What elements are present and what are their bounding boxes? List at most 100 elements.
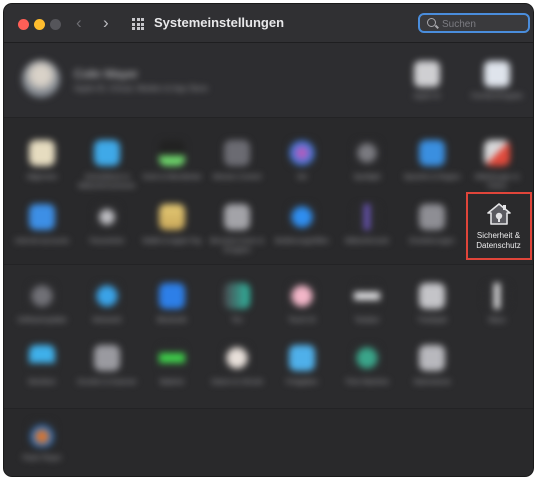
- clock-icon: [224, 345, 250, 371]
- desktop-icon: [94, 140, 120, 166]
- pref-bluetooth[interactable]: Bluetooth: [140, 283, 204, 325]
- pref-general[interactable]: Allgemein: [10, 140, 74, 182]
- pref-label: Spotlight: [353, 174, 381, 181]
- system-preferences-window: ‹ › Systemeinstellungen Colin Mayer Appl…: [4, 4, 533, 476]
- trackpad-icon: [419, 283, 445, 309]
- pref-label: Freigaben: [286, 379, 318, 386]
- house-security-icon: [487, 203, 511, 225]
- title-bar: ‹ › Systemeinstellungen: [4, 4, 533, 43]
- dock-icon: [159, 140, 185, 166]
- preferences-section-3: Flash Player: [4, 409, 533, 476]
- preferences-section-2: Softwareupdate Netzwerk Bluetooth Ton To…: [4, 265, 533, 409]
- network-icon: [94, 283, 120, 309]
- pref-label: Trackpad: [417, 317, 447, 324]
- pref-time-machine[interactable]: Time Machine: [335, 345, 399, 387]
- pref-users-groups[interactable]: Benutzer:innen & Gruppen: [205, 204, 269, 255]
- pref-label: Maus: [488, 317, 506, 324]
- screen-time-icon: [354, 204, 380, 230]
- wallet-icon: [159, 204, 185, 230]
- accessibility-icon: [289, 204, 315, 230]
- general-icon: [29, 140, 55, 166]
- window-title: Systemeinstellungen: [154, 15, 285, 30]
- pref-accessibility[interactable]: Bedienungshilfen: [270, 204, 334, 246]
- sharing-folder-icon: [289, 345, 315, 371]
- pref-trackpad[interactable]: Trackpad: [400, 283, 464, 325]
- pref-label: Benutzer:innen & Gruppen: [210, 238, 264, 254]
- pref-sharing[interactable]: Freigaben: [270, 345, 334, 387]
- pref-security-privacy[interactable]: Sicherheit & Datenschutz: [466, 192, 532, 260]
- account-name: Colin Mayer: [74, 67, 139, 81]
- minimize-window-button[interactable]: [34, 19, 45, 30]
- pref-spotlight[interactable]: Spotlight: [335, 140, 399, 182]
- pref-label: Internet-accounts: [14, 238, 70, 245]
- pref-internet-accounts[interactable]: Internet-accounts: [10, 204, 74, 246]
- pref-mission-control[interactable]: Mission Control: [205, 140, 269, 182]
- pref-passwords[interactable]: Passwörter: [75, 204, 139, 246]
- pref-screen-time[interactable]: Bildschirmzeit: [335, 204, 399, 246]
- pref-label: Drucker & Scanner: [77, 379, 137, 386]
- apple-id-item[interactable]: Apple-ID: [391, 61, 463, 100]
- back-chevron-icon[interactable]: ‹: [76, 14, 82, 32]
- pref-touch-id[interactable]: Touch ID: [270, 283, 334, 325]
- mouse-icon: [484, 283, 510, 309]
- pref-extensions[interactable]: Erweiterungen: [400, 204, 464, 246]
- pref-mouse[interactable]: Maus: [465, 283, 529, 325]
- pref-displays[interactable]: Monitore: [10, 345, 74, 387]
- language-icon: [419, 140, 445, 166]
- pref-desktop-screensaver[interactable]: Schreibtisch & Bildschirmschoner: [75, 140, 139, 191]
- pref-network[interactable]: Netzwerk: [75, 283, 139, 325]
- pref-label: Sprache & Region: [403, 174, 461, 181]
- pref-label: Dock & Menüleiste: [142, 174, 202, 181]
- battery-icon: [159, 345, 185, 371]
- pref-label: Siri: [296, 174, 308, 181]
- startup-disk-icon: [419, 345, 445, 371]
- fingerprint-icon: [289, 283, 315, 309]
- pref-label: Touch ID: [288, 317, 316, 324]
- pref-siri[interactable]: Siri: [270, 140, 334, 182]
- time-machine-icon: [354, 345, 380, 371]
- search-input[interactable]: [440, 16, 528, 32]
- spotlight-icon: [354, 140, 380, 166]
- show-all-grid-icon[interactable]: [132, 18, 144, 30]
- notifications-icon: [484, 140, 510, 166]
- pref-label: Netzwerk: [92, 317, 122, 324]
- key-icon: [94, 204, 120, 230]
- mission-control-icon: [224, 140, 250, 166]
- pref-printers-scanners[interactable]: Drucker & Scanner: [75, 345, 139, 387]
- apple-id-label: Apple-ID: [413, 93, 441, 100]
- siri-icon: [289, 140, 315, 166]
- search-box[interactable]: [418, 13, 530, 33]
- pref-language-region[interactable]: Sprache & Region: [400, 140, 464, 182]
- pref-label: Bluetooth: [157, 317, 187, 324]
- avatar[interactable]: [22, 60, 60, 98]
- account-section: Colin Mayer Apple-ID, iCloud, Medien & A…: [4, 43, 533, 118]
- pref-wallet[interactable]: Wallet & Apple Pay: [140, 204, 204, 246]
- zoom-window-button[interactable]: [50, 19, 61, 30]
- sound-icon: [224, 283, 250, 309]
- pref-label: Erweiterungen: [409, 238, 455, 245]
- pref-sound[interactable]: Ton: [205, 283, 269, 325]
- pref-software-update[interactable]: Softwareupdate: [10, 283, 74, 325]
- pref-notifications[interactable]: Mitteilungen & Fokus: [465, 140, 529, 191]
- pref-label: Bildschirmzeit: [345, 238, 389, 245]
- pref-keyboard[interactable]: Tastatur: [335, 283, 399, 325]
- pref-flash-player[interactable]: Flash Player: [10, 421, 74, 463]
- forward-chevron-icon[interactable]: ›: [103, 14, 109, 32]
- keyboard-icon: [354, 283, 380, 309]
- pref-label: Monitore: [28, 379, 56, 386]
- pref-startup-disk[interactable]: Startvolume: [400, 345, 464, 387]
- pref-battery[interactable]: Batterie: [140, 345, 204, 387]
- family-sharing-label: Familienfreigabe: [471, 93, 523, 100]
- pref-date-time[interactable]: Datum & Uhrzeit: [205, 345, 269, 387]
- close-window-button[interactable]: [18, 19, 29, 30]
- pref-label: Allgemein: [26, 174, 58, 181]
- flash-player-icon: [29, 421, 55, 447]
- display-icon: [29, 345, 55, 371]
- pref-label: Wallet & Apple Pay: [142, 238, 202, 245]
- pref-dock-menubar[interactable]: Dock & Menüleiste: [140, 140, 204, 182]
- security-privacy-label-line2: Datenschutz: [476, 241, 521, 250]
- pref-label: Passwörter: [89, 238, 125, 245]
- printer-icon: [94, 345, 120, 371]
- bluetooth-icon: [159, 283, 185, 309]
- family-sharing-item[interactable]: Familienfreigabe: [461, 61, 533, 100]
